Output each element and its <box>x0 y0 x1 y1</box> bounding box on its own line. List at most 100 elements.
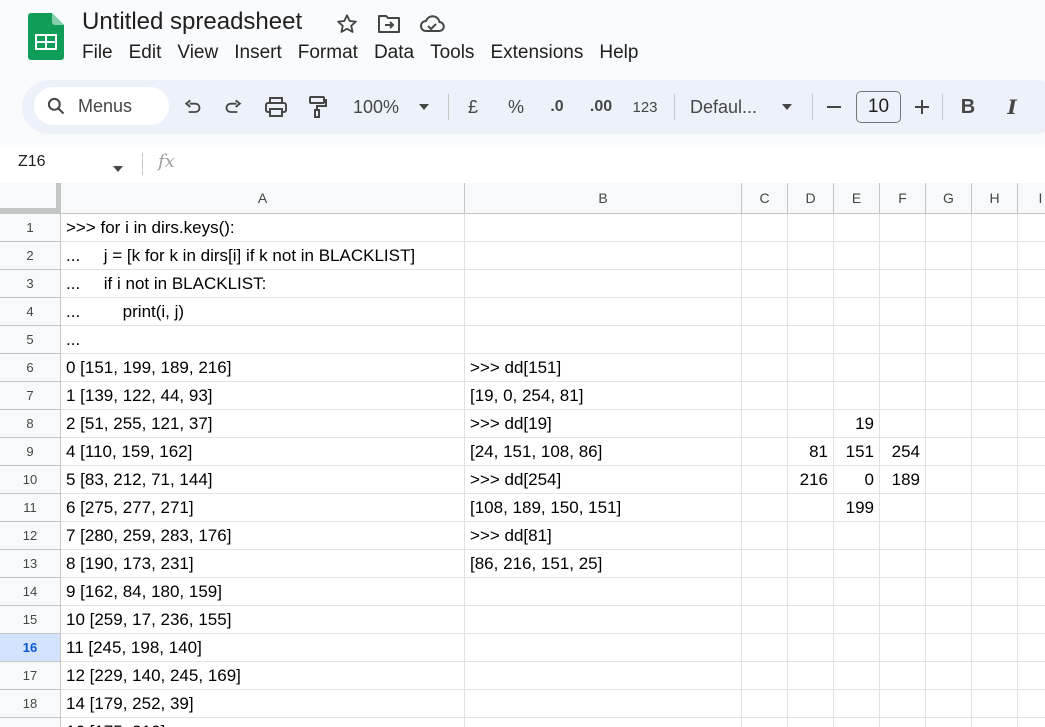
cell-a3[interactable]: ... if i not in BLACKLIST: <box>61 270 465 298</box>
paint-format-icon[interactable] <box>304 80 332 134</box>
row-header-1[interactable]: 1 <box>0 214 61 242</box>
row-header-4[interactable]: 4 <box>0 298 61 326</box>
cell-e11[interactable]: 199 <box>834 494 880 522</box>
number-format-button[interactable]: 123 <box>630 80 660 134</box>
menu-format[interactable]: Format <box>290 40 366 66</box>
row-header-17[interactable]: 17 <box>0 662 61 690</box>
menu-view[interactable]: View <box>169 40 226 66</box>
format-currency-button[interactable]: £ <box>462 80 484 134</box>
cell-f9[interactable]: 254 <box>880 438 926 466</box>
decrease-decimal-button[interactable]: .0 <box>544 80 570 134</box>
cell-a16[interactable]: 11 [245, 198, 140] <box>61 634 465 662</box>
row-header-9[interactable]: 9 <box>0 438 61 466</box>
cell-d10[interactable]: 216 <box>788 466 834 494</box>
row-header-16[interactable]: 16 <box>0 634 61 662</box>
decrease-font-size-icon[interactable] <box>822 80 846 134</box>
row-header-8[interactable]: 8 <box>0 410 61 438</box>
cell-a14[interactable]: 9 [162, 84, 180, 159] <box>61 578 465 606</box>
column-header-i[interactable]: I <box>1018 183 1045 214</box>
column-header-g[interactable]: G <box>926 183 972 214</box>
menu-tools[interactable]: Tools <box>422 40 482 66</box>
menu-file[interactable]: File <box>74 40 121 66</box>
row-header-12[interactable]: 12 <box>0 522 61 550</box>
row-header-18[interactable]: 18 <box>0 690 61 718</box>
row-header-10[interactable]: 10 <box>0 466 61 494</box>
move-to-folder-icon[interactable] <box>376 11 402 37</box>
cell-a5[interactable]: ... <box>61 326 465 354</box>
cell-e9[interactable]: 151 <box>834 438 880 466</box>
cell-d9[interactable]: 81 <box>788 438 834 466</box>
select-all-corner[interactable] <box>0 183 61 214</box>
cell-a17[interactable]: 12 [229, 140, 245, 169] <box>61 662 465 690</box>
row-header-6[interactable]: 6 <box>0 354 61 382</box>
cell-a8[interactable]: 2 [51, 255, 121, 37] <box>61 410 465 438</box>
undo-icon[interactable] <box>178 80 206 134</box>
cloud-saved-icon[interactable] <box>419 11 445 37</box>
cell-b6[interactable]: >>> dd[151] <box>465 354 742 382</box>
row-header-2[interactable]: 2 <box>0 242 61 270</box>
zoom-select[interactable]: 100% <box>348 80 404 134</box>
name-box-dropdown-icon[interactable] <box>112 160 124 178</box>
menu-edit[interactable]: Edit <box>121 40 170 66</box>
row-header-3[interactable]: 3 <box>0 270 61 298</box>
column-header-b[interactable]: B <box>465 183 742 214</box>
cell-e10[interactable]: 0 <box>834 466 880 494</box>
row-header-partial[interactable] <box>0 718 61 727</box>
cell-b13[interactable]: [86, 216, 151, 25] <box>465 550 742 578</box>
row-header-15[interactable]: 15 <box>0 606 61 634</box>
cell-a15[interactable]: 10 [259, 17, 236, 155] <box>61 606 465 634</box>
cell-a10[interactable]: 5 [83, 212, 71, 144] <box>61 466 465 494</box>
row-header-5[interactable]: 5 <box>0 326 61 354</box>
row-header-13[interactable]: 13 <box>0 550 61 578</box>
font-family-select[interactable]: Defaul... <box>690 80 768 134</box>
menus-search[interactable]: Menus <box>34 87 169 125</box>
format-percent-button[interactable]: % <box>504 80 528 134</box>
column-header-d[interactable]: D <box>788 183 834 214</box>
column-header-f[interactable]: F <box>880 183 926 214</box>
cell-a13[interactable]: 8 [190, 173, 231] <box>61 550 465 578</box>
cell-a2[interactable]: ... j = [k for k in dirs[i] if k not in … <box>61 242 465 270</box>
menu-help[interactable]: Help <box>591 40 646 66</box>
column-header-a[interactable]: A <box>61 183 465 214</box>
bold-button[interactable]: B <box>956 80 980 134</box>
cell-b8[interactable]: >>> dd[19] <box>465 410 742 438</box>
document-title[interactable]: Untitled spreadsheet <box>82 8 302 36</box>
menu-data[interactable]: Data <box>366 40 422 66</box>
cell-b9[interactable]: [24, 151, 108, 86] <box>465 438 742 466</box>
menu-extensions[interactable]: Extensions <box>482 40 591 66</box>
cell-a7[interactable]: 1 [139, 122, 44, 93] <box>61 382 465 410</box>
row-header-11[interactable]: 11 <box>0 494 61 522</box>
cell-f10[interactable]: 189 <box>880 466 926 494</box>
column-header-e[interactable]: E <box>834 183 880 214</box>
column-header-h[interactable]: H <box>972 183 1018 214</box>
row-header-7[interactable]: 7 <box>0 382 61 410</box>
cell-b11[interactable]: [108, 189, 150, 151] <box>465 494 742 522</box>
star-icon[interactable] <box>334 11 360 37</box>
increase-font-size-icon[interactable] <box>910 80 934 134</box>
zoom-dropdown-icon[interactable] <box>414 80 434 134</box>
cell-e8[interactable]: 19 <box>834 410 880 438</box>
sheets-logo-icon[interactable] <box>28 13 64 60</box>
cell-a19[interactable]: 16 [175, 210] <box>61 718 465 727</box>
cell-b7[interactable]: [19, 0, 254, 81] <box>465 382 742 410</box>
increase-decimal-button[interactable]: .00 <box>586 80 616 134</box>
print-icon[interactable] <box>262 80 290 134</box>
font-size-input[interactable]: 10 <box>856 91 901 123</box>
cell-a4[interactable]: ... print(i, j) <box>61 298 465 326</box>
italic-button[interactable]: I <box>1000 80 1024 134</box>
cell-b10[interactable]: >>> dd[254] <box>465 466 742 494</box>
cell-a11[interactable]: 6 [275, 277, 271] <box>61 494 465 522</box>
column-header-c[interactable]: C <box>742 183 788 214</box>
redo-icon[interactable] <box>220 80 248 134</box>
cell-a18[interactable]: 14 [179, 252, 39] <box>61 690 465 718</box>
cell-a6[interactable]: 0 [151, 199, 189, 216] <box>61 354 465 382</box>
font-dropdown-icon[interactable] <box>777 80 797 134</box>
cell-a12[interactable]: 7 [280, 259, 283, 176] <box>61 522 465 550</box>
cell-a9[interactable]: 4 [110, 159, 162] <box>61 438 465 466</box>
row-header-14[interactable]: 14 <box>0 578 61 606</box>
cell-b12[interactable]: >>> dd[81] <box>465 522 742 550</box>
name-box[interactable]: Z16 <box>18 153 46 171</box>
cell-a1[interactable]: >>> for i in dirs.keys(): <box>61 214 465 242</box>
spreadsheet-grid[interactable]: A B C D E F G H I 1 2 3 4 5 6 7 8 9 10 11 12 13 14 15 16 17 18 >>> … <box>0 183 1045 727</box>
menu-insert[interactable]: Insert <box>226 40 290 66</box>
